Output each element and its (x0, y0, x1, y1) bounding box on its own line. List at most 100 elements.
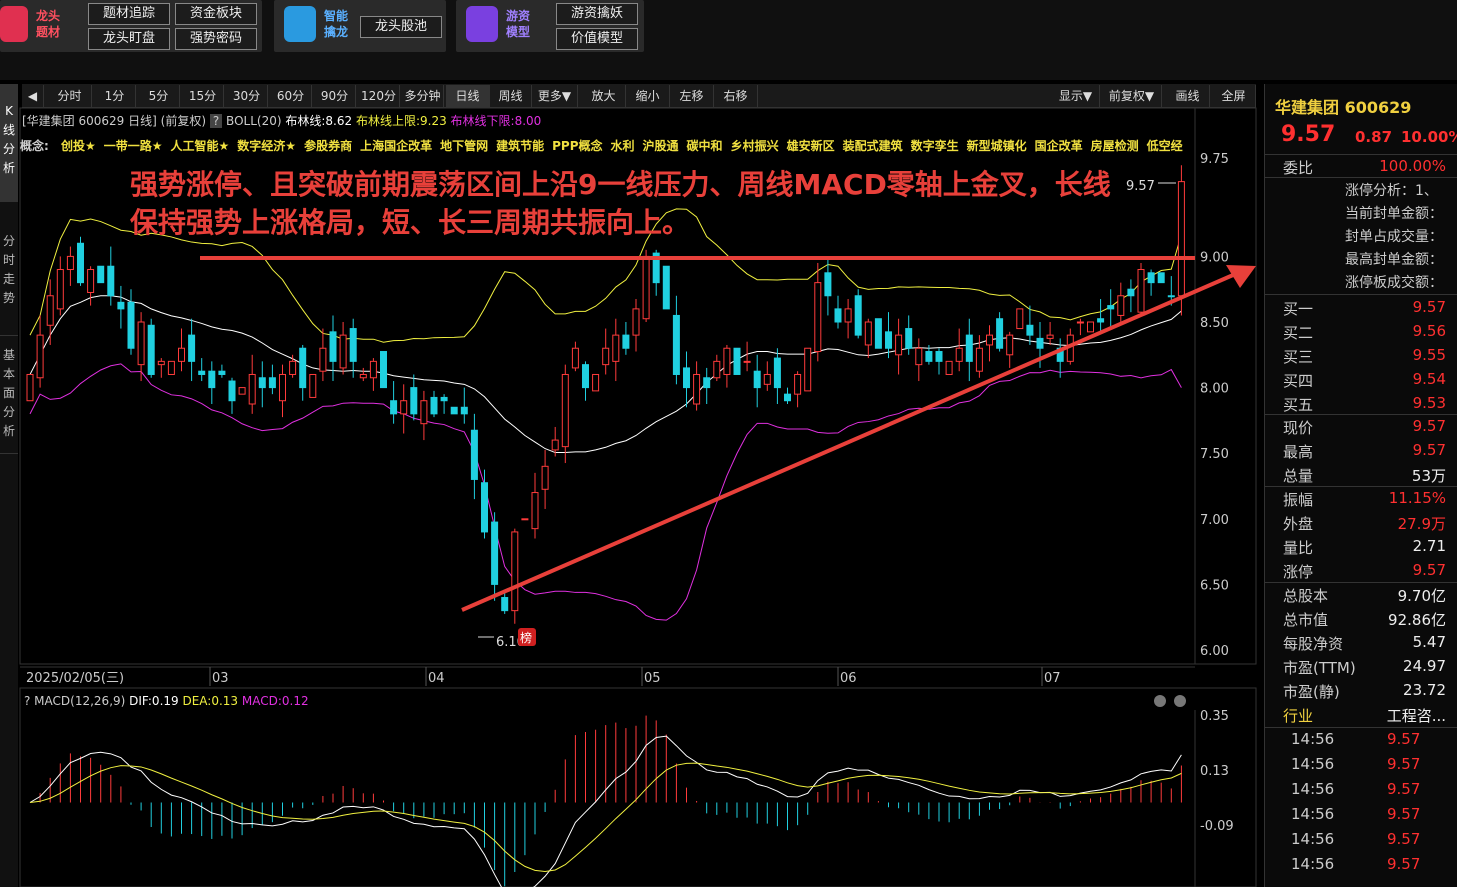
macd-dif: DIF:0.19 (129, 694, 182, 708)
concept-item[interactable]: 沪股通 (643, 139, 679, 153)
candle-body (77, 242, 84, 284)
candle-body (1026, 324, 1034, 336)
help-icon[interactable]: ? (209, 114, 223, 128)
stat-row: 量比 2.71 (1265, 535, 1457, 559)
bid-row-value: 9.55 (1412, 346, 1446, 364)
candle-body (410, 387, 418, 415)
candle-body (794, 373, 802, 395)
candle-body (430, 396, 438, 415)
candle-body (279, 373, 286, 402)
close-icon (1174, 695, 1186, 707)
candle-body (87, 269, 95, 293)
bid-row-label: 买三 (1283, 348, 1314, 366)
candle-body (763, 373, 771, 385)
candle-body (905, 328, 913, 349)
stat-row-label: 总股本 (1283, 587, 1329, 605)
tick-row: 14:56 9.57 (1265, 728, 1457, 752)
concept-item[interactable]: 国企改革 (1035, 139, 1083, 153)
candle-body (915, 347, 923, 366)
stat-row-label: 市盈(TTM) (1283, 659, 1356, 677)
concept-item[interactable]: 低空经 (1147, 139, 1183, 153)
concept-item[interactable]: 房屋检测 (1091, 139, 1139, 153)
concept-item[interactable]: 人工智能★ (171, 139, 230, 153)
concept-item[interactable]: 新型城镇化 (967, 139, 1027, 153)
concept-item[interactable]: 装配式建筑 (843, 139, 903, 153)
concept-item[interactable]: 参股券商 (304, 139, 352, 153)
kline-chart[interactable]: 9.75 9.00 8.50 8.00 7.50 7.00 6.50 6.00 2025/02/… (0, 0, 1264, 887)
candle-body (157, 360, 165, 366)
candle-body (1177, 181, 1185, 297)
trend-arrow-line (461, 270, 1241, 612)
tick-row: 14:56 9.57 (1265, 753, 1457, 777)
candle-body (450, 406, 458, 415)
analysis-annotation: 强势涨停、且突破前期震荡区间上沿9一线压力、周线MACD零轴上金叉，长线保持强势… (130, 168, 1111, 239)
candle-body (208, 370, 216, 389)
stat-row: 总量 53万 (1265, 463, 1457, 487)
concept-item[interactable]: 数字经济★ (237, 139, 296, 153)
bid-row-value: 9.56 (1412, 322, 1446, 340)
stat-row-label: 总量 (1283, 467, 1314, 485)
concept-item[interactable]: 地下管网 (440, 139, 488, 153)
candle-body (1147, 272, 1155, 284)
candle-body (844, 308, 852, 323)
concept-item[interactable]: 雄安新区 (787, 139, 835, 153)
candle-body (683, 367, 690, 389)
bid-row: 买四 9.54 (1265, 368, 1457, 392)
candle-body (117, 301, 125, 310)
concept-item[interactable]: 上海国企改革 (360, 139, 432, 153)
candle-body (349, 328, 357, 362)
candle-body (551, 439, 559, 451)
candle-body (1087, 321, 1094, 333)
quote-panel: 华建集团 600629 9.57 0.87 10.00% 委比 100.00% … (1264, 84, 1457, 887)
candle-body (814, 282, 822, 353)
concept-item[interactable]: 乡村振兴 (731, 139, 779, 153)
weibi-value: 100.00% (1379, 157, 1446, 175)
candle-body (440, 396, 448, 402)
concept-item[interactable]: 水利 (611, 139, 635, 153)
limit-analysis-row: 最高封单金额： (1345, 252, 1443, 268)
concept-item[interactable]: PPP概念 (552, 139, 602, 153)
concept-item[interactable]: 创投★ (61, 139, 96, 153)
tick-price: 9.57 (1387, 730, 1421, 748)
concept-item[interactable]: 数字孪生 (911, 139, 959, 153)
candle-body (1016, 308, 1024, 330)
candle-body (723, 347, 731, 375)
macd-tick-label: -0.09 (1200, 819, 1234, 834)
concept-item[interactable]: 建筑节能 (496, 139, 544, 153)
stat-row: 涨停 9.57 (1265, 559, 1457, 583)
stat-row: 总市值 92.86亿 (1265, 607, 1457, 631)
bid-row-value: 9.54 (1412, 370, 1446, 388)
candle-body (218, 370, 226, 375)
candle-body (369, 360, 377, 379)
candle-body (561, 373, 569, 448)
candle-body (693, 373, 701, 405)
candle-body (541, 465, 549, 490)
month-label: 04 (428, 671, 445, 686)
candle-body (501, 597, 509, 612)
candle-body (238, 387, 246, 395)
tick-time: 14:56 (1291, 805, 1335, 823)
candle-body (925, 351, 933, 362)
price-tick-label: 6.00 (1200, 644, 1229, 659)
price-tick-label: 9.00 (1200, 250, 1229, 265)
candle-body (602, 347, 610, 366)
stat-row-value: 9.70亿 (1397, 587, 1446, 605)
candle-body (582, 364, 589, 389)
candle-body (885, 331, 892, 349)
bid-row-value: 9.53 (1412, 394, 1446, 412)
candle-body (1137, 269, 1145, 313)
stock-title: [华建集团 600629 日线] (22, 114, 157, 128)
bid-row: 买一 9.57 (1265, 296, 1457, 320)
candle-body (147, 324, 155, 375)
candle-body (854, 295, 862, 336)
candle-body (1076, 321, 1084, 324)
stat-row-label: 最高 (1283, 443, 1314, 461)
tick-time: 14:56 (1291, 755, 1335, 773)
concept-item[interactable]: 碳中和 (687, 139, 723, 153)
stat-row: 外盘 27.9万 (1265, 511, 1457, 535)
tick-row: 14:56 9.57 (1265, 803, 1457, 827)
tick-price: 9.57 (1387, 755, 1421, 773)
candle-body (137, 321, 145, 366)
industry-row-value: 工程咨... (1386, 707, 1446, 725)
concept-item[interactable]: 一带一路★ (104, 139, 163, 153)
